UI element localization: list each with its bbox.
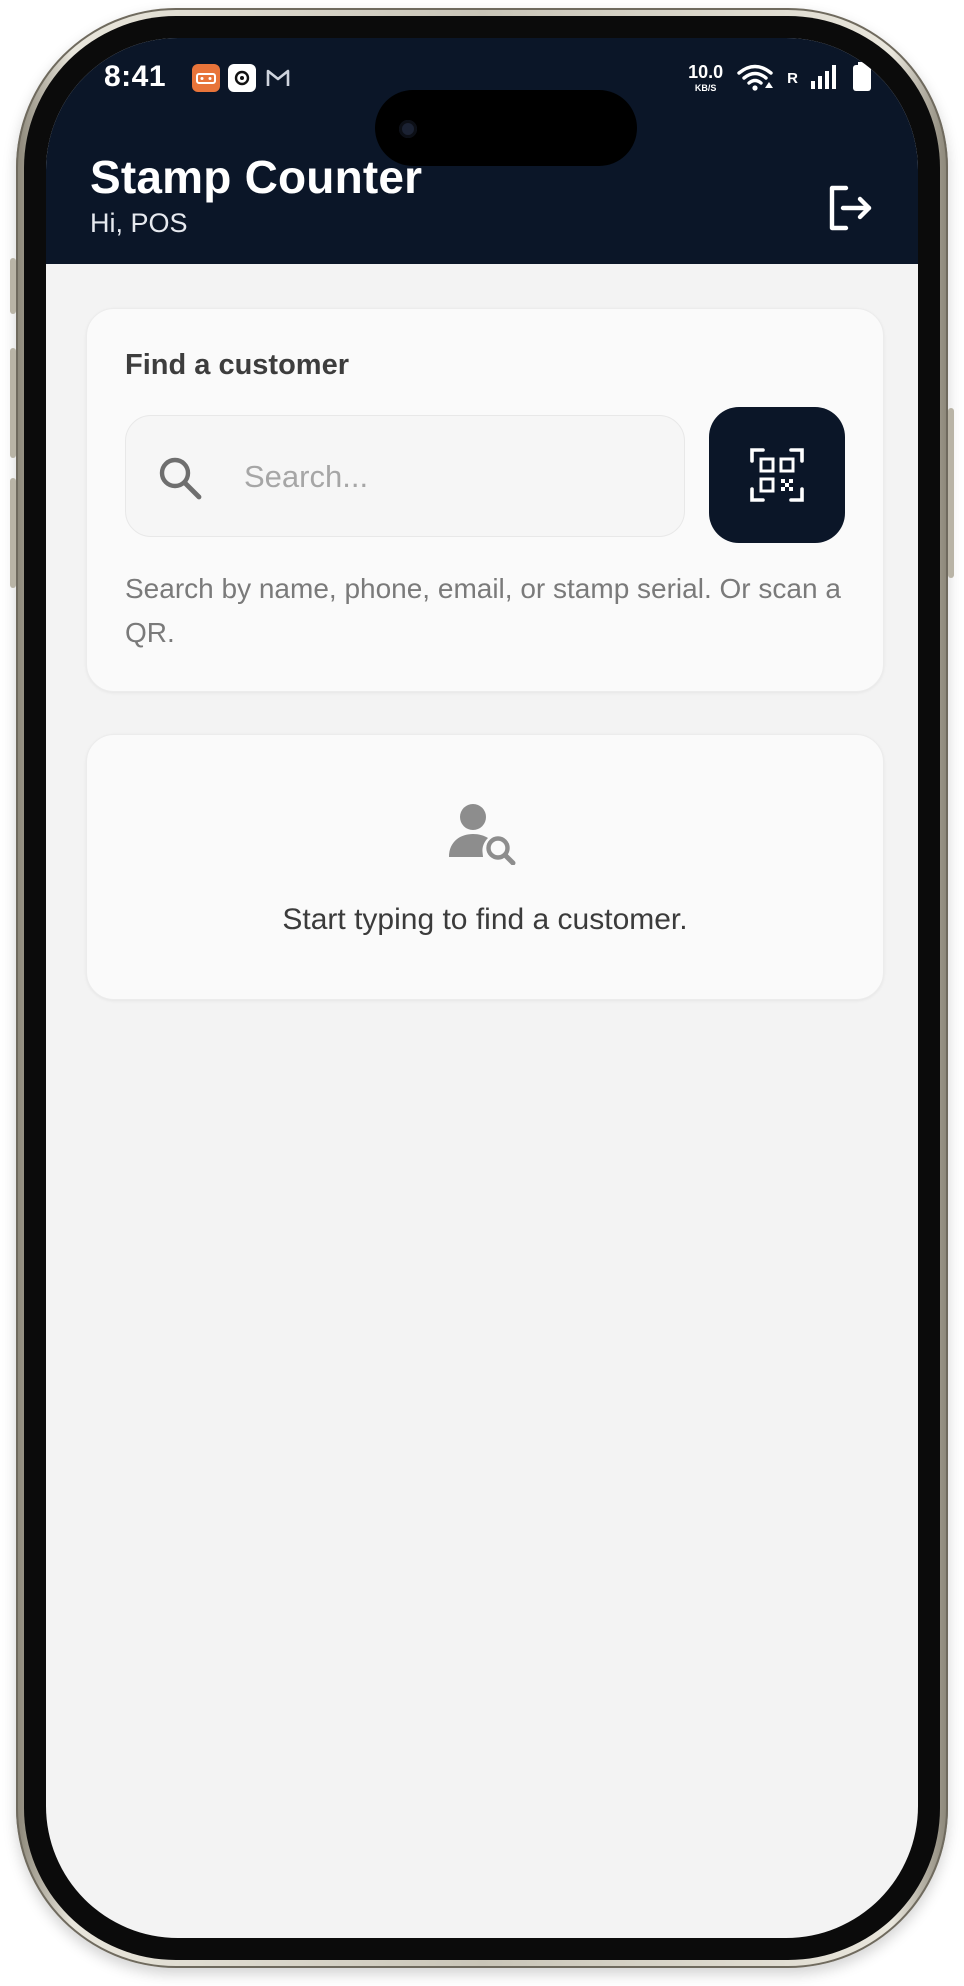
- network-speed-unit: KB/S: [694, 82, 717, 93]
- empty-state-card: Start typing to find a customer.: [86, 734, 884, 1000]
- screen: 8:41 10.0 KB/S R Stamp Counter Hi, POS F…: [46, 38, 918, 1938]
- front-camera: [399, 120, 417, 138]
- phone-side-button: [10, 348, 16, 458]
- empty-state-message: Start typing to find a customer.: [282, 903, 688, 936]
- notification-icons: [192, 64, 292, 92]
- logout-icon: [829, 185, 872, 231]
- search-icon: [159, 457, 202, 500]
- app-header: 8:41 10.0 KB/S R Stamp Counter Hi, POS: [46, 38, 918, 264]
- phone-side-button: [948, 408, 954, 578]
- find-customer-label: Find a customer: [125, 349, 349, 381]
- status-time: 8:41: [104, 60, 167, 93]
- logout-button[interactable]: [820, 178, 880, 238]
- signal-icon: [810, 64, 840, 93]
- network-speed-value: 10.0: [688, 61, 724, 82]
- phone-side-button: [10, 258, 16, 314]
- app-title: Stamp Counter: [90, 151, 423, 203]
- search-helper-text: Search by name, phone, email, or stamp s…: [125, 573, 841, 648]
- phone-bezel: 8:41 10.0 KB/S R Stamp Counter Hi, POS F…: [24, 16, 940, 1960]
- carrier-flag: R: [787, 70, 798, 87]
- network-speed: 10.0 KB/S: [688, 63, 723, 95]
- status-indicators: 10.0 KB/S R: [688, 62, 872, 95]
- qr-scan-icon: [750, 448, 804, 502]
- scan-qr-button[interactable]: [709, 407, 845, 543]
- gmail-notification-icon: [264, 64, 292, 92]
- wifi-icon: [735, 62, 775, 95]
- app-notification-icon: [192, 64, 220, 92]
- phone-frame: 8:41 10.0 KB/S R Stamp Counter Hi, POS F…: [10, 8, 954, 1968]
- person-search-icon: [449, 804, 516, 865]
- search-card: Find a customer Search... Search by name…: [86, 308, 884, 692]
- chatgpt-notification-icon: [228, 64, 256, 92]
- battery-icon: [852, 62, 872, 95]
- phone-side-button: [10, 478, 16, 588]
- search-input[interactable]: [242, 444, 656, 510]
- greeting-text: Hi, POS: [90, 208, 188, 238]
- search-field[interactable]: [125, 415, 685, 537]
